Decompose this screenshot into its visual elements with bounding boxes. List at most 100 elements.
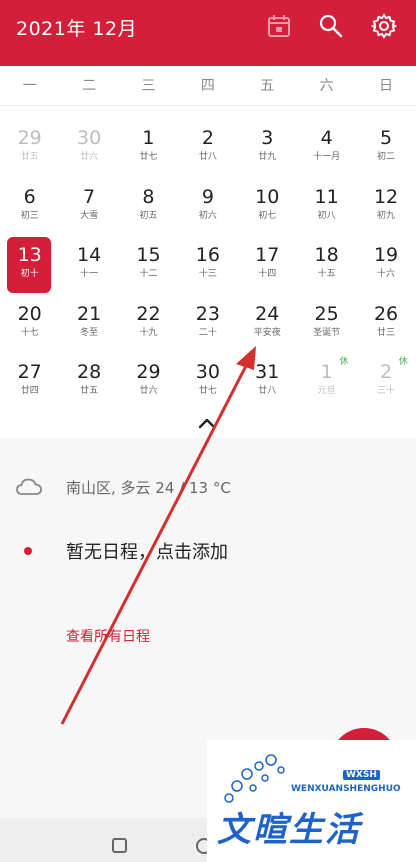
gear-icon[interactable] [371, 13, 397, 39]
day-number: 19 [373, 244, 399, 266]
day-cell[interactable]: 27 廿四 [0, 354, 59, 413]
day-cell[interactable]: 21 冬至 [59, 296, 118, 355]
day-cell[interactable]: 4 十一月 [297, 120, 356, 179]
day-number: 27 [17, 361, 42, 383]
day-cell[interactable]: 9 初六 [178, 179, 237, 238]
month-grid: 29 廿五 30 廿六 1 廿七 2 廿八 3 廿九 4 十一月 5 初二 6 初三 7 大雪 8 初五 9 初六 10 初七… [0, 120, 416, 413]
day-number: 20 [17, 302, 42, 325]
day-cell[interactable]: 29 廿六 [119, 354, 178, 413]
lunar-date: 廿九 [258, 152, 277, 162]
day-cell[interactable]: 12 初九 [356, 179, 415, 238]
day-number: 30 [76, 127, 102, 149]
weather-text: 南山区, 多云 24 / 13 °C [66, 478, 231, 497]
day-cell[interactable]: 2 三十 休 [356, 354, 415, 413]
holiday-rest-badge: 休 [339, 357, 349, 367]
day-cell[interactable]: 18 十五 [297, 237, 356, 296]
day-cell[interactable]: 5 初二 [356, 120, 415, 179]
day-cell[interactable]: 29 廿五 [0, 120, 59, 179]
day-cell[interactable]: 22 十九 [119, 296, 178, 355]
weekday-label: 一 [22, 78, 37, 94]
lunar-date: 廿六 [80, 152, 99, 162]
lunar-date: 廿六 [139, 386, 158, 396]
day-number: 1 [142, 127, 155, 149]
day-cell[interactable]: 30 廿六 [59, 120, 118, 179]
day-number: 6 [23, 185, 36, 208]
day-cell[interactable]: 26 廿三 [356, 296, 415, 355]
recents-button[interactable] [112, 838, 127, 853]
day-number: 2 [201, 127, 214, 149]
lunar-date: 初六 [198, 210, 217, 221]
day-number: 30 [195, 361, 220, 383]
lunar-date: 初九 [377, 210, 396, 221]
day-number: 21 [76, 302, 102, 325]
weekday-label: 日 [379, 78, 394, 94]
lunar-date: 初二 [377, 152, 396, 162]
lunar-date: 十六 [377, 269, 396, 279]
lunar-date: 廿五 [20, 152, 39, 162]
calendar-icon[interactable] [266, 13, 292, 39]
day-cell[interactable]: 31 廿八 [238, 354, 297, 413]
day-cell[interactable]: 11 初八 [297, 179, 356, 238]
day-number: 22 [136, 302, 161, 325]
weekday-label: 四 [200, 78, 215, 94]
lunar-date: 廿八 [258, 386, 277, 396]
day-number: 9 [201, 185, 214, 208]
week-row: 20 十七 21 冬至 22 十九 23 二十 24 平安夜 25 圣诞节 26 廿三 [0, 296, 416, 355]
lunar-date: 元旦 [317, 386, 336, 396]
day-cell[interactable]: 1 元旦 休 [297, 354, 356, 413]
collapse-chevron-icon[interactable] [196, 414, 218, 432]
day-cell[interactable]: 1 廿七 [119, 120, 178, 179]
day-number: 10 [255, 185, 280, 208]
day-cell[interactable]: 17 十四 [238, 237, 297, 296]
day-cell-today[interactable]: 13 初十 [0, 237, 59, 296]
day-cell[interactable]: 6 初三 [0, 179, 59, 238]
month-title[interactable]: 2021年 12月 [16, 14, 137, 41]
watermark-subtitle: WENXUANSHENGHUO [291, 784, 401, 794]
lunar-date: 廿八 [198, 152, 217, 162]
day-cell[interactable]: 2 廿八 [178, 120, 237, 179]
day-cell[interactable]: 8 初五 [119, 179, 178, 238]
weather-row[interactable]: 南山区, 多云 24 / 13 °C [16, 474, 231, 500]
day-cell[interactable]: 10 初七 [238, 179, 297, 238]
day-cell[interactable]: 15 十二 [119, 237, 178, 296]
lunar-date: 十四 [258, 269, 277, 279]
day-cell[interactable]: 16 十三 [178, 237, 237, 296]
watermark-title: 文暄生活 [217, 810, 361, 850]
day-cell[interactable]: 20 十七 [0, 296, 59, 355]
week-row: 29 廿五 30 廿六 1 廿七 2 廿八 3 廿九 4 十一月 5 初二 [0, 120, 416, 179]
lunar-date: 冬至 [80, 327, 99, 338]
day-number: 28 [76, 361, 102, 383]
search-icon[interactable] [318, 13, 344, 39]
day-cell[interactable]: 23 二十 [178, 296, 237, 355]
view-all-schedules-link[interactable]: 查看所有日程 [66, 626, 150, 646]
day-cell[interactable]: 14 十一 [59, 237, 118, 296]
lunar-date: 平安夜 [253, 327, 281, 338]
cloud-icon [16, 478, 42, 495]
day-number: 31 [255, 361, 280, 383]
day-cell[interactable]: 25 圣诞节 [297, 296, 356, 355]
weekday-label: 三 [141, 78, 156, 94]
lunar-date: 廿五 [80, 386, 99, 396]
day-number: 4 [320, 127, 333, 149]
lunar-date: 初三 [20, 210, 39, 221]
day-cell[interactable]: 24 平安夜 [238, 296, 297, 355]
lunar-date: 初五 [139, 210, 158, 221]
day-number: 13 [17, 244, 42, 266]
watermark-logo: WXSH WENXUANSHENGHUO 文暄生活 [207, 740, 416, 862]
day-number: 15 [136, 244, 161, 266]
day-number: 2 [379, 361, 393, 383]
lunar-date: 十三 [198, 269, 217, 279]
day-cell[interactable]: 19 十六 [356, 237, 415, 296]
day-number: 25 [314, 302, 339, 325]
day-cell[interactable]: 30 廿七 [178, 354, 237, 413]
day-cell[interactable]: 28 廿五 [59, 354, 118, 413]
lunar-date: 三十 [377, 386, 396, 396]
day-number: 1 [320, 361, 333, 383]
day-cell[interactable]: 3 廿九 [238, 120, 297, 179]
lunar-date: 十七 [20, 327, 39, 338]
day-number: 23 [195, 302, 220, 325]
day-cell[interactable]: 7 大雪 [59, 179, 118, 238]
week-row: 27 廿四 28 廿五 29 廿六 30 廿七 31 廿八 1 元旦休 2 三十休 [0, 354, 416, 413]
empty-schedule-item[interactable]: 暂无日程，点击添加 [24, 538, 228, 564]
weekday-label: 五 [260, 78, 275, 94]
